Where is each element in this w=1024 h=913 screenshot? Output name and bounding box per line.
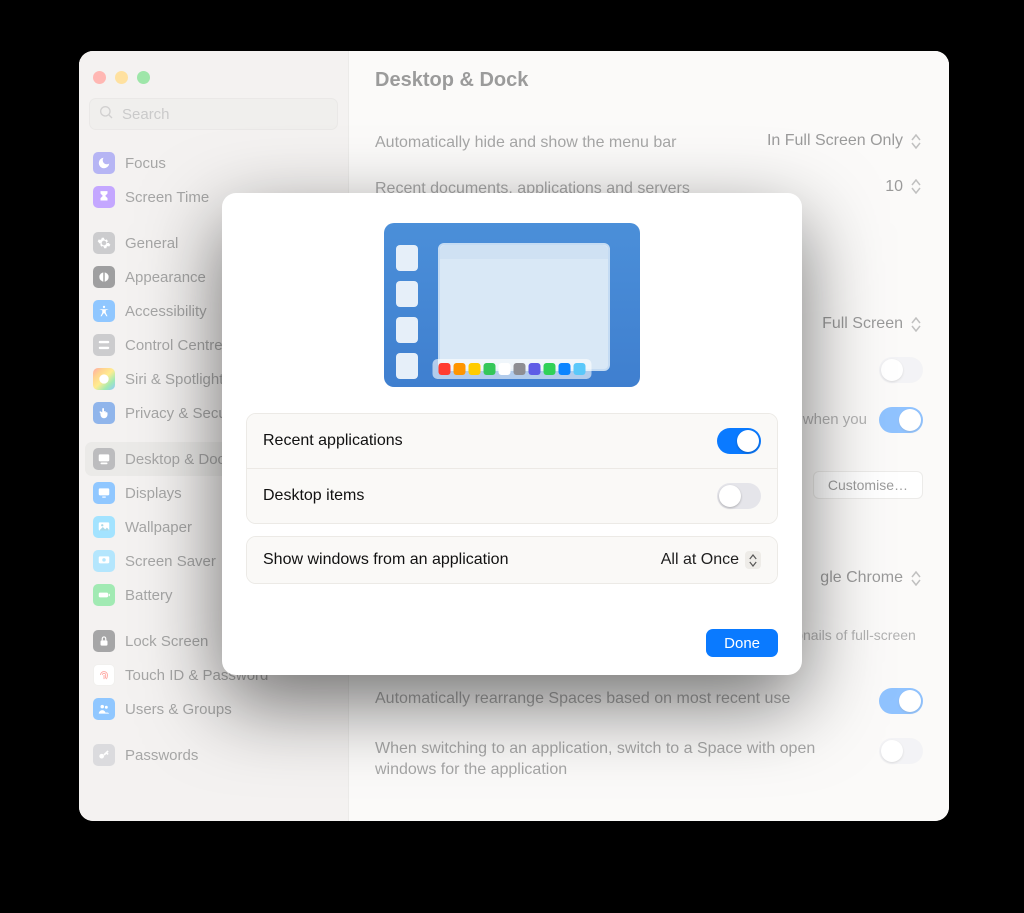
zoom-window-button[interactable] [137, 71, 150, 84]
users-icon [93, 698, 115, 720]
sidebar-item-label: Control Centre [125, 337, 223, 354]
row-label: Show windows from an application [263, 551, 508, 569]
popup-value: Full Screen [822, 315, 903, 333]
wallpaper-icon [93, 516, 115, 538]
popup-value: gle Chrome [820, 569, 903, 587]
row-label: Automatically hide and show the menu bar [375, 132, 755, 154]
chevron-up-down-icon [745, 551, 761, 569]
row-switch-space: When switching to an application, switch… [375, 726, 923, 793]
sidebar-item-label: Passwords [125, 747, 198, 764]
done-button[interactable]: Done [706, 629, 778, 657]
customise-button[interactable]: Customise… [813, 471, 923, 499]
row-show-windows: Show windows from an application All at … [247, 537, 777, 583]
battery-icon [93, 584, 115, 606]
minimize-window-button[interactable] [115, 71, 128, 84]
sidebar-item-label: Displays [125, 485, 182, 502]
fingerprint-icon [93, 664, 115, 686]
sidebar-item-label: Accessibility [125, 303, 207, 320]
sidebar-item-label: Screen Time [125, 189, 209, 206]
accessibility-icon [93, 300, 115, 322]
search-icon [98, 104, 114, 125]
sidebar-item-label: Focus [125, 155, 166, 172]
page-title: Desktop & Dock [375, 69, 923, 92]
chevron-up-down-icon [909, 315, 923, 333]
siri-icon [93, 368, 115, 390]
screensaver-icon [93, 550, 115, 572]
popup-value: In Full Screen Only [767, 132, 903, 150]
row-menu-bar-autohide: Automatically hide and show the menu bar… [375, 120, 923, 166]
toggle-a[interactable] [879, 357, 923, 383]
sidebar-item-label: Wallpaper [125, 519, 192, 536]
menu-bar-popup[interactable]: In Full Screen Only [767, 132, 923, 150]
sidebar-item-label: Desktop & Dock [125, 451, 233, 468]
sidebar-item-label: Screen Saver [125, 553, 216, 570]
key-icon [93, 744, 115, 766]
sidebar-item-users-groups[interactable]: Users & Groups [85, 692, 342, 726]
chevron-up-down-icon [909, 178, 923, 196]
sheet-list-2: Show windows from an application All at … [246, 536, 778, 584]
show-windows-popup[interactable]: All at Once [661, 551, 761, 569]
sidebar-item-label: Siri & Spotlight [125, 371, 223, 388]
close-window-button[interactable] [93, 71, 106, 84]
stage-manager-sheet: Recent applications Desktop items Show w… [222, 193, 802, 675]
search-input[interactable] [120, 105, 329, 124]
sidebar-item-label: Lock Screen [125, 633, 208, 650]
sheet-footer: Done [222, 613, 802, 675]
chevron-up-down-icon [909, 132, 923, 150]
hourglass-icon [93, 186, 115, 208]
row-recent-applications: Recent applications [247, 414, 777, 468]
fullscreen-popup[interactable]: Full Screen [822, 315, 923, 333]
row-auto-rearrange: Automatically rearrange Spaces based on … [375, 676, 923, 726]
toggle-recent-applications[interactable] [717, 428, 761, 454]
appearance-icon [93, 266, 115, 288]
popup-value: 10 [885, 178, 903, 196]
sidebar-item-label: Users & Groups [125, 701, 232, 718]
search-field-wrap[interactable] [89, 98, 338, 130]
lock-icon [93, 630, 115, 652]
row-label: When switching to an application, switch… [375, 738, 867, 781]
moon-icon [93, 152, 115, 174]
row-label: Desktop items [263, 487, 364, 505]
sidebar-item-focus[interactable]: Focus [85, 146, 342, 180]
sheet-list-1: Recent applications Desktop items [246, 413, 778, 524]
sidebar-item-label: Appearance [125, 269, 206, 286]
popup-value: All at Once [661, 551, 739, 569]
dock-icon [93, 448, 115, 470]
row-label: Recent applications [263, 432, 403, 450]
hand-icon [93, 402, 115, 424]
sidebar-item-passwords[interactable]: Passwords [85, 738, 342, 772]
gear-icon [93, 232, 115, 254]
row-desktop-items: Desktop items [247, 468, 777, 523]
stage-manager-illustration [384, 223, 640, 387]
sheet-hero [222, 193, 802, 405]
switches-icon [93, 334, 115, 356]
chevron-up-down-icon [909, 569, 923, 587]
row-subtext: when you [803, 411, 867, 428]
window-traffic-lights [79, 61, 348, 92]
sidebar-item-label: Battery [125, 587, 173, 604]
toggle-desktop-items[interactable] [717, 483, 761, 509]
row-label: Automatically rearrange Spaces based on … [375, 688, 867, 710]
display-icon [93, 482, 115, 504]
toggle-b[interactable] [879, 407, 923, 433]
recents-popup[interactable]: 10 [885, 178, 923, 196]
toggle-switch-space[interactable] [879, 738, 923, 764]
sidebar-item-label: General [125, 235, 178, 252]
toggle-auto-rearrange[interactable] [879, 688, 923, 714]
chrome-popup[interactable]: gle Chrome [820, 569, 923, 587]
